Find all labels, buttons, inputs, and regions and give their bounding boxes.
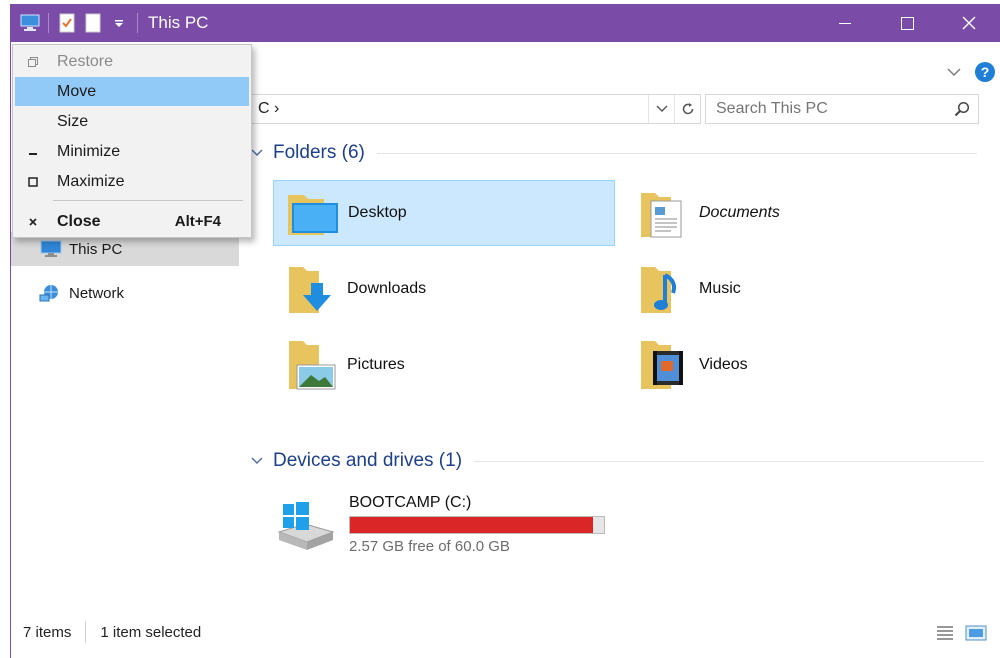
folders-group-header[interactable]: Folders (6)	[249, 142, 977, 164]
menu-item-close[interactable]: Close Alt+F4	[15, 207, 249, 236]
menu-item-label: Maximize	[57, 172, 125, 190]
ribbon-controls: ?	[947, 62, 995, 82]
window-title: This PC	[148, 13, 209, 32]
devices-group-header[interactable]: Devices and drives (1)	[249, 450, 985, 472]
window-controls	[814, 4, 1000, 42]
search-icon[interactable]	[954, 101, 970, 121]
folder-tile-music[interactable]: Music	[625, 256, 967, 322]
folder-tile-desktop[interactable]: Desktop	[273, 180, 615, 246]
search-input[interactable]	[716, 100, 936, 118]
status-bar: 7 items 1 item selected	[11, 612, 1000, 652]
view-toggle	[935, 624, 987, 646]
drive-tile-c[interactable]: BOOTCAMP (C:) 2.57 GB free of 60.0 GB	[275, 494, 605, 555]
drive-usage-fill	[350, 517, 594, 533]
folder-tile-videos[interactable]: Videos	[625, 332, 967, 398]
customize-toolbar-chevron-icon[interactable]	[109, 13, 129, 33]
folder-label: Videos	[699, 356, 748, 373]
address-buttons	[648, 95, 700, 123]
toolbar-divider	[48, 13, 49, 33]
properties-icon[interactable]	[57, 13, 77, 33]
network-icon	[39, 283, 63, 303]
menu-item-accelerator: Alt+F4	[174, 213, 221, 230]
computer-icon	[39, 239, 63, 259]
collapse-chevron-icon[interactable]	[251, 454, 267, 468]
menu-item-label: Size	[57, 112, 89, 130]
toolbar-divider	[137, 13, 138, 33]
address-dropdown-icon[interactable]	[648, 95, 674, 123]
menu-item-label: Restore	[57, 52, 114, 70]
menu-item-label: Close	[57, 212, 101, 230]
restore-icon	[15, 56, 51, 67]
folder-label: Pictures	[347, 356, 405, 373]
drive-usage-bar	[349, 516, 605, 534]
folder-label: Desktop	[348, 204, 407, 221]
collapse-chevron-icon[interactable]	[251, 146, 267, 160]
group-divider	[376, 152, 977, 154]
quick-access-toolbar	[20, 13, 140, 33]
maximize-icon	[15, 176, 51, 187]
status-divider	[85, 621, 87, 643]
videos-folder-icon	[635, 337, 691, 393]
drive-free-space: 2.57 GB free of 60.0 GB	[349, 538, 510, 555]
folder-label: Music	[699, 280, 741, 297]
folder-tile-documents[interactable]: Documents	[625, 180, 967, 246]
drive-name: BOOTCAMP (C:)	[349, 494, 472, 511]
close-button[interactable]	[938, 4, 1000, 42]
search-box[interactable]	[705, 94, 979, 124]
nav-item-label: Network	[69, 284, 125, 302]
expand-ribbon-icon[interactable]	[947, 64, 961, 81]
menu-item-restore[interactable]: Restore	[15, 47, 249, 76]
system-menu: Restore Move Size Minimize Maximize Clos…	[12, 44, 252, 238]
folder-label: Documents	[699, 204, 780, 221]
folder-tile-downloads[interactable]: Downloads	[273, 256, 615, 322]
address-bar[interactable]: C ›	[249, 94, 701, 124]
minimize-icon	[15, 147, 51, 157]
menu-item-minimize[interactable]: Minimize	[15, 137, 249, 166]
drive-info: BOOTCAMP (C:) 2.57 GB free of 60.0 GB	[349, 494, 605, 555]
menu-item-label: Minimize	[57, 142, 121, 160]
new-folder-icon[interactable]	[83, 13, 103, 33]
folder-label: Downloads	[347, 280, 427, 297]
nav-item-network[interactable]: Network	[11, 276, 239, 310]
title-bar[interactable]: This PC	[10, 4, 1000, 42]
folder-tile-pictures[interactable]: Pictures	[273, 332, 615, 398]
content-pane: Folders (6) Desktop Documents Downloads	[249, 138, 1000, 608]
group-title: Devices and drives (1)	[273, 450, 463, 471]
menu-item-maximize[interactable]: Maximize	[15, 167, 249, 196]
group-title: Folders (6)	[273, 142, 365, 163]
address-text: C ›	[258, 100, 280, 117]
help-icon[interactable]: ?	[975, 62, 995, 82]
music-folder-icon	[635, 261, 691, 317]
close-icon	[15, 217, 51, 227]
minimize-button[interactable]	[814, 4, 876, 42]
menu-item-move[interactable]: Move	[15, 77, 249, 106]
details-view-icon[interactable]	[935, 624, 955, 646]
computer-icon[interactable]	[20, 13, 40, 33]
nav-item-label: This PC	[69, 240, 123, 258]
downloads-folder-icon	[283, 261, 339, 317]
maximize-button[interactable]	[876, 4, 938, 42]
status-item-count: 7 items	[23, 623, 72, 641]
pictures-folder-icon	[283, 337, 339, 393]
menu-item-label: Move	[57, 82, 97, 100]
refresh-icon[interactable]	[674, 95, 700, 123]
menu-divider	[53, 200, 243, 201]
group-divider	[474, 460, 985, 462]
documents-folder-icon	[635, 185, 691, 241]
status-selection: 1 item selected	[100, 623, 202, 641]
large-icons-view-icon[interactable]	[965, 624, 987, 646]
windows-drive-icon	[275, 494, 337, 554]
desktop-folder-icon	[284, 185, 340, 241]
menu-item-size[interactable]: Size	[15, 107, 249, 136]
